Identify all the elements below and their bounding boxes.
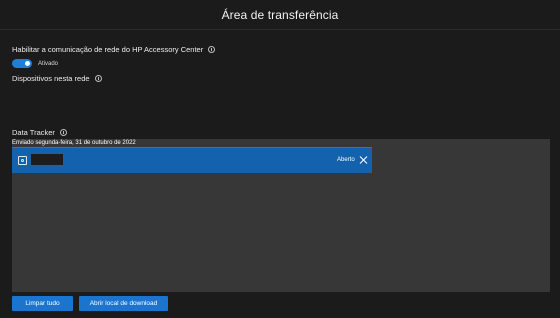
info-icon[interactable]	[94, 75, 102, 82]
devices-row: Dispositivos nesta rede	[12, 74, 102, 83]
item-name-redacted	[31, 154, 63, 165]
item-status: Aberto	[337, 157, 355, 163]
network-enable-row: Habilitar a comunicação de rede do HP Ac…	[12, 45, 216, 54]
toggle-state-label: Ativado	[38, 60, 59, 67]
image-file-icon	[18, 156, 27, 165]
info-icon[interactable]	[208, 46, 216, 53]
tracker-header-row: Data Tracker	[12, 128, 67, 137]
toggle-knob	[25, 61, 30, 66]
network-enable-label: Habilitar a comunicação de rede do HP Ac…	[12, 45, 204, 54]
title-bar: Área de transferência	[0, 0, 560, 30]
data-tracker-label: Data Tracker	[12, 128, 55, 137]
info-icon[interactable]	[59, 129, 67, 136]
open-download-location-button[interactable]: Abrir local de download	[79, 296, 168, 311]
clear-all-button[interactable]: Limpar tudo	[12, 296, 73, 311]
sent-date-text: Enviado segunda-feira, 31 de outubro de …	[12, 140, 136, 146]
tracker-item[interactable]: Aberto	[12, 147, 372, 173]
network-toggle[interactable]	[12, 59, 32, 68]
network-toggle-row: Ativado	[12, 59, 58, 68]
window-title: Área de transferência	[221, 8, 339, 22]
devices-label: Dispositivos nesta rede	[12, 74, 90, 83]
close-icon[interactable]	[357, 154, 369, 166]
